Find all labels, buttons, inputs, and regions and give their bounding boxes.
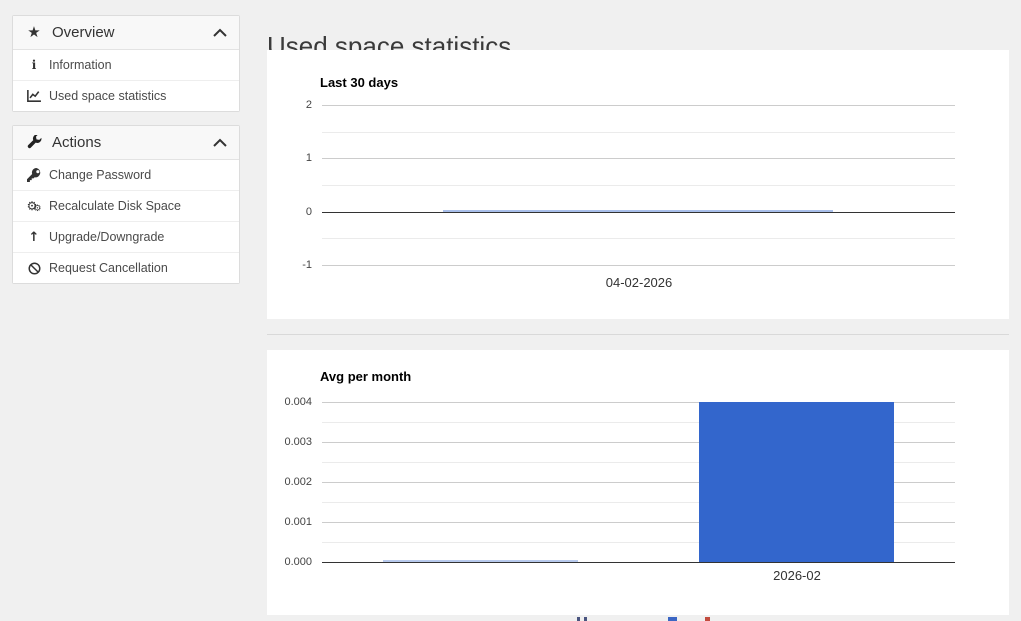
sidebar-item-upgrade-downgrade[interactable]: ↑ Upgrade/Downgrade <box>13 221 239 252</box>
chart-grid-line <box>322 238 955 239</box>
chart-card-last-30-days: Last 30 days 2 1 0 -1 04-02-2026 <box>267 50 1009 319</box>
sidebar: ★ Overview i Information Used space statisti… <box>12 15 240 297</box>
sidebar-item-label: Request Cancellation <box>49 261 168 275</box>
sidebar-section-header-actions[interactable]: Actions <box>13 126 239 160</box>
sidebar-section-actions: Actions Change Password ⚙⚙ Recalculate Disk… <box>12 125 240 284</box>
key-icon <box>25 168 43 182</box>
chart-zero-line <box>322 212 955 213</box>
section-divider <box>267 334 1009 335</box>
sidebar-item-label: Used space statistics <box>49 89 166 103</box>
chevron-up-icon[interactable] <box>213 28 227 37</box>
wrench-icon <box>25 135 43 150</box>
cutoff-text-mark <box>705 617 710 621</box>
sidebar-section-label: Overview <box>52 24 115 41</box>
star-icon: ★ <box>25 25 43 40</box>
arrow-up-icon: ↑ <box>25 231 43 244</box>
y-axis-tick-label: 0.002 <box>267 476 312 488</box>
chart-grid-line <box>322 132 955 133</box>
sidebar-item-label: Upgrade/Downgrade <box>49 230 164 244</box>
sidebar-item-request-cancellation[interactable]: Request Cancellation <box>13 252 239 283</box>
y-axis-tick-label: 0 <box>267 206 312 218</box>
chart-line-icon <box>25 90 43 102</box>
chart-grid-line <box>322 185 955 186</box>
chart-title: Last 30 days <box>320 75 398 90</box>
y-axis-tick-label: 2 <box>267 99 312 111</box>
sidebar-section-overview: ★ Overview i Information Used space statisti… <box>12 15 240 112</box>
sidebar-item-label: Recalculate Disk Space <box>49 199 181 213</box>
bar-2026-02 <box>699 402 894 562</box>
sidebar-item-label: Change Password <box>49 168 151 182</box>
x-axis-tick-label: 2026-02 <box>747 568 847 583</box>
cutoff-text-mark <box>668 617 677 621</box>
cutoff-text-mark <box>584 617 587 621</box>
chart-title: Avg per month <box>320 369 411 384</box>
chart-card-avg-per-month: Avg per month 0.004 0.003 0.002 0.001 0.000 20… <box>267 350 1009 615</box>
x-axis-tick-label: 04-02-2026 <box>574 275 704 290</box>
chart-grid-line <box>322 158 955 159</box>
y-axis-tick-label: 0.000 <box>267 556 312 568</box>
chart-grid-line <box>322 265 955 266</box>
line-series <box>443 210 833 212</box>
chart-zero-line <box>322 562 955 563</box>
y-axis-tick-label: 0.004 <box>267 396 312 408</box>
y-axis-tick-label: 1 <box>267 152 312 164</box>
sidebar-item-used-space-statistics[interactable]: Used space statistics <box>13 80 239 111</box>
y-axis-tick-label: 0.001 <box>267 516 312 528</box>
info-icon: i <box>25 59 43 71</box>
sidebar-section-label: Actions <box>52 134 101 151</box>
near-zero-bar <box>383 560 578 562</box>
y-axis-tick-label: -1 <box>267 259 312 271</box>
cutoff-text-mark <box>577 617 580 621</box>
sidebar-item-recalculate-disk-space[interactable]: ⚙⚙ Recalculate Disk Space <box>13 190 239 221</box>
chevron-up-icon[interactable] <box>213 138 227 147</box>
gears-icon: ⚙⚙ <box>25 199 43 214</box>
sidebar-item-change-password[interactable]: Change Password <box>13 160 239 190</box>
sidebar-section-header-overview[interactable]: ★ Overview <box>13 16 239 50</box>
sidebar-item-information[interactable]: i Information <box>13 50 239 80</box>
sidebar-item-label: Information <box>49 58 112 72</box>
chart-grid-line <box>322 105 955 106</box>
ban-icon <box>25 262 43 275</box>
y-axis-tick-label: 0.003 <box>267 436 312 448</box>
